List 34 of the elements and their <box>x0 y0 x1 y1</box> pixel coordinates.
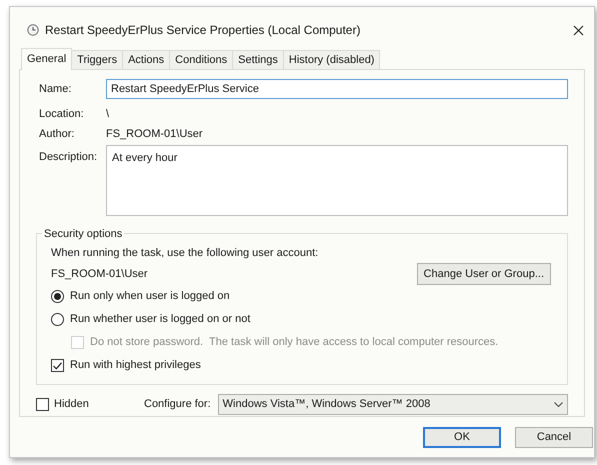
dialog-button[interactable]: Cancel <box>515 427 593 448</box>
field-label: Description: <box>38 150 98 165</box>
configure-label: Configure for: <box>144 396 211 412</box>
checkbox-label[interactable]: Hidden <box>54 396 134 412</box>
window-title: Restart SpeedyErPlus Service Properties (Local Computer) <box>45 22 360 39</box>
description-field[interactable]: At every hour <box>106 145 568 216</box>
tab[interactable]: History (disabled) <box>284 50 380 69</box>
hidden-checkbox[interactable] <box>36 398 49 410</box>
tab[interactable]: Conditions <box>170 50 234 69</box>
author-value: FS_ROOM-01\User <box>106 126 203 142</box>
checkbox-label[interactable]: Run with highest privileges <box>70 357 201 374</box>
radio-label[interactable]: Run whether user is logged on or not <box>70 311 250 328</box>
field-label: Author: <box>38 126 76 142</box>
change-user-button[interactable]: Change User or Group... <box>416 263 551 285</box>
tab[interactable]: Settings <box>233 50 284 69</box>
radio-label[interactable]: Run only when user is logged on <box>70 288 230 305</box>
clock-icon <box>27 24 39 36</box>
tab[interactable]: Actions <box>123 50 170 69</box>
close-icon[interactable] <box>573 24 584 36</box>
field-label: Name: <box>38 82 72 97</box>
location-value: \ <box>106 106 110 122</box>
field-label: Location: <box>38 106 85 122</box>
name-field[interactable]: Restart SpeedyErPlus Service <box>106 79 568 99</box>
group-title: Security options <box>42 226 124 242</box>
tab[interactable]: General <box>21 48 72 70</box>
checkbox[interactable] <box>51 359 64 372</box>
account-name: FS_ROOM-01\User <box>51 266 148 282</box>
checkbox-label: Do not store password. The task will only have access to local computer resources. <box>90 335 498 350</box>
radio-button[interactable] <box>51 290 64 303</box>
configure-dropdown[interactable]: Windows Vista™, Windows Server™ 2008 <box>218 394 568 414</box>
tab[interactable]: Triggers <box>72 50 124 69</box>
account-prompt: When running the task, use the following user account: <box>51 246 320 261</box>
radio-button[interactable] <box>51 313 64 326</box>
dialog-button[interactable]: OK <box>423 427 501 448</box>
